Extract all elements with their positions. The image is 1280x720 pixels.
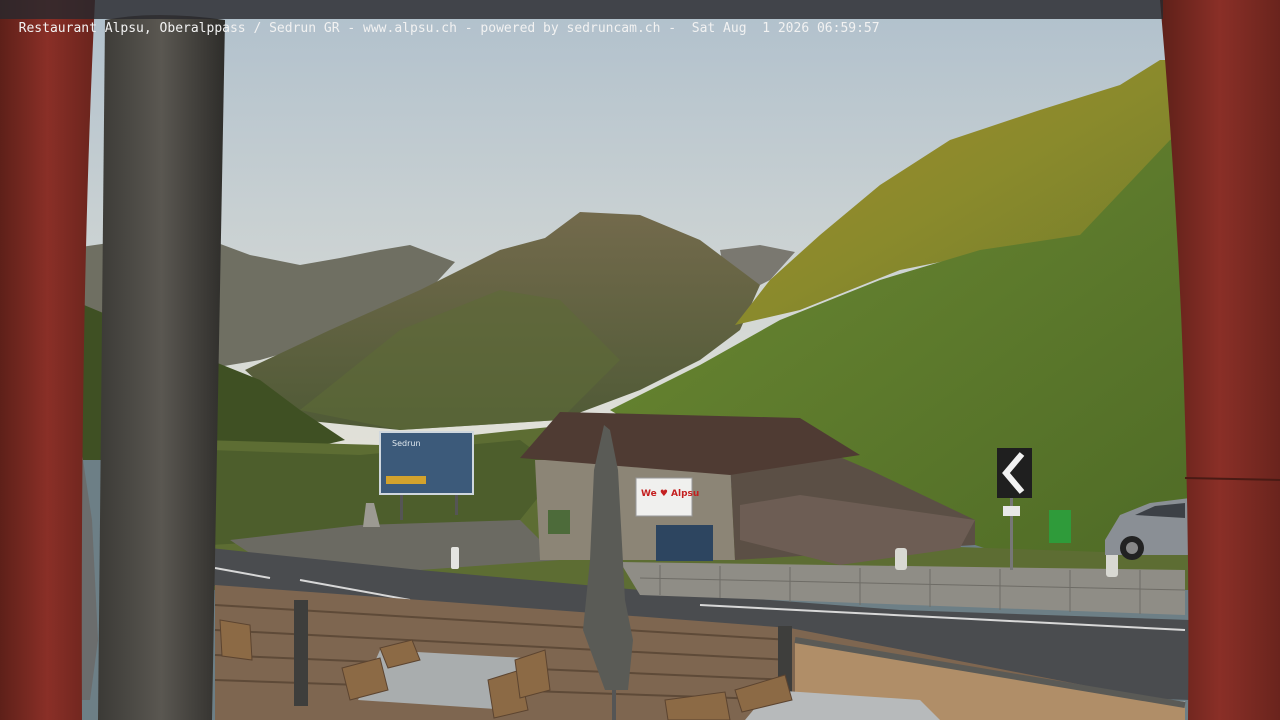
billboard-title: Sedrun [392,439,421,448]
webcam-caption-bar: Restaurant Alpsu, Oberalppass / Sedrun G… [0,0,1163,36]
green-bin [1049,510,1071,543]
webcam-scene: Sedrun We ♥ Alpsu [0,0,1280,720]
hut-banner-text: We ♥ Alpsu [641,489,699,499]
bollard [895,548,907,570]
red-post-left [0,0,95,720]
foreground-pole [98,15,225,720]
railing-post [294,600,308,706]
webcam-caption: Restaurant Alpsu, Oberalppass / Sedrun G… [18,21,880,36]
bollard [1106,552,1118,577]
bollard [451,547,459,569]
